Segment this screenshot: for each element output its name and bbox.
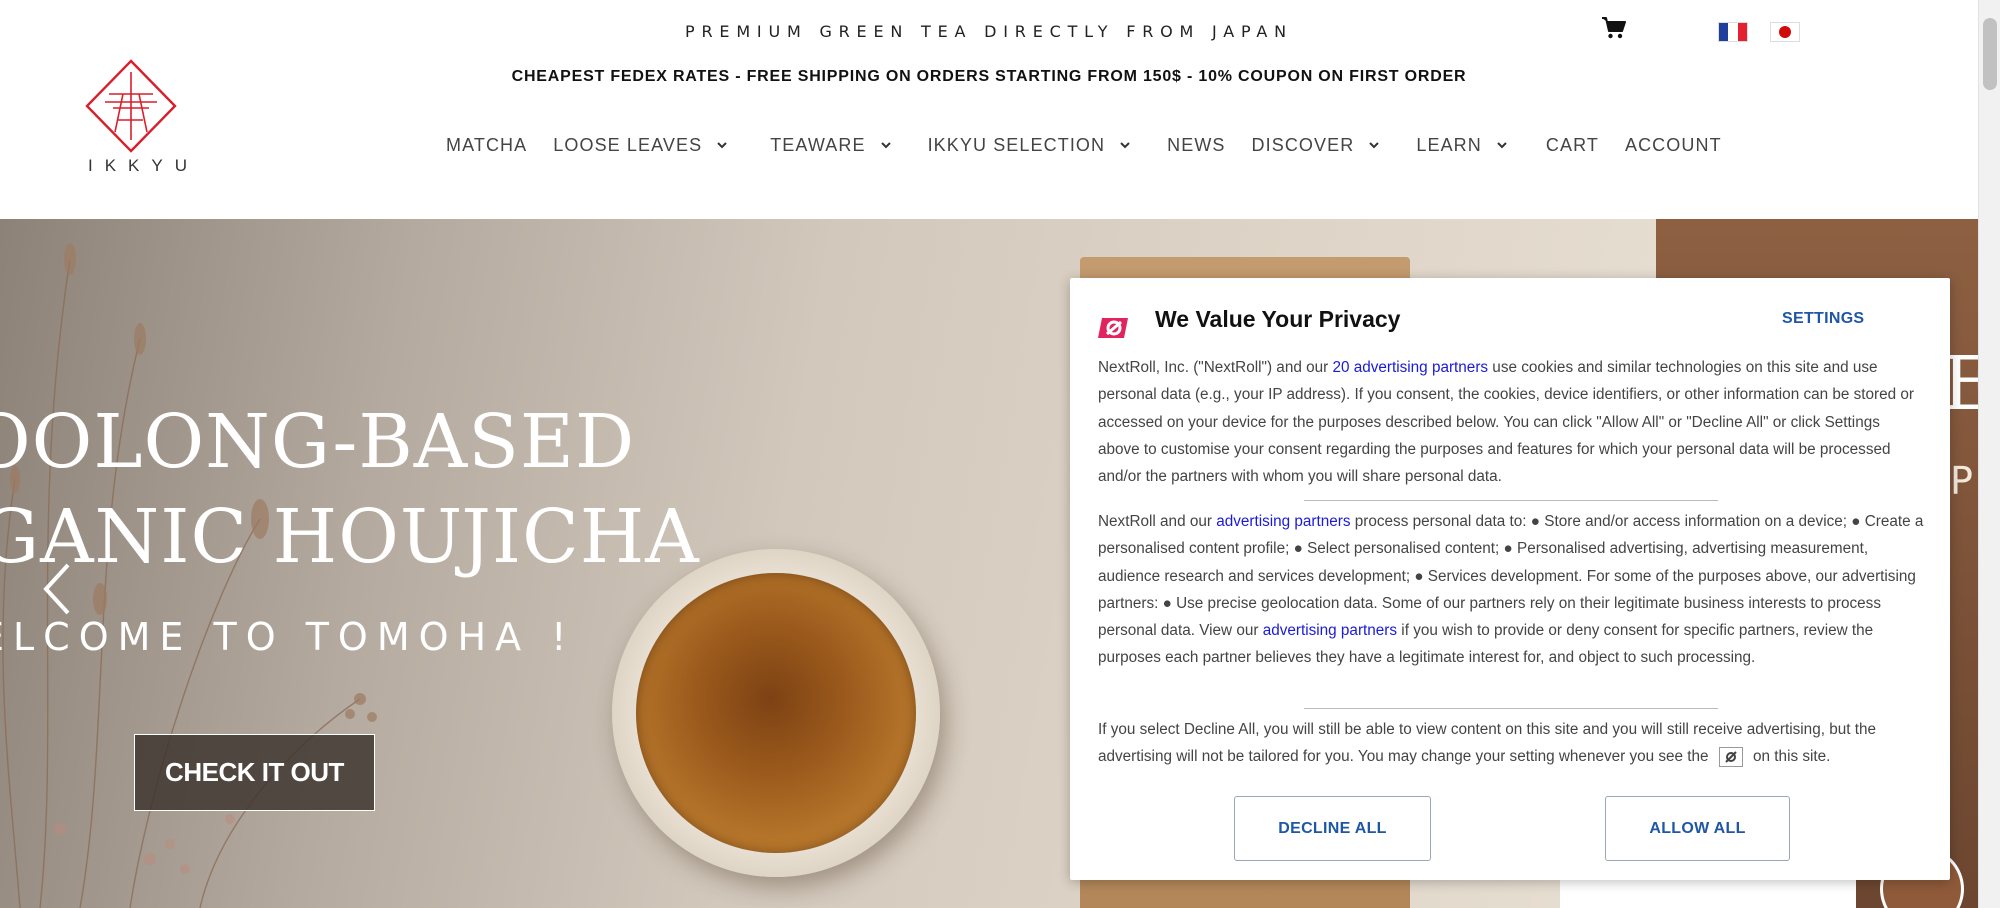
allow-all-button[interactable]: ALLOW ALL (1605, 796, 1790, 861)
logo-text: IKKYU (88, 156, 200, 175)
consent-settings-icon (1718, 747, 1743, 768)
ikkyu-logo[interactable]: IKKYU (78, 56, 188, 176)
chevron-down-icon (880, 142, 891, 149)
nav-item-teaware[interactable]: TEAWARE (770, 135, 891, 156)
dialog-title: We Value Your Privacy (1155, 306, 1401, 332)
consent-paragraph-decline-info: If you select Decline All, you will stil… (1098, 721, 1876, 768)
next-slide-subheading: P (1950, 459, 1973, 503)
nav-item-matcha[interactable]: MATCHA (446, 135, 527, 156)
advertising-partners-link[interactable]: advertising partners (1263, 622, 1397, 639)
promo-banner: CHEAPEST FEDEX RATES - FREE SHIPPING ON … (511, 68, 1467, 85)
tea-cup-image (612, 549, 940, 877)
hero-heading-line2: GANIC HOUJICHA (0, 494, 700, 580)
cart-icon[interactable] (1601, 16, 1627, 40)
chevron-down-icon (717, 142, 727, 149)
nav-item-account[interactable]: ACCOUNT (1625, 135, 1722, 156)
nav-item-loose-leaves[interactable]: LOOSE LEAVES (553, 135, 728, 156)
privacy-consent-dialog: We Value Your Privacy SETTINGS NextRoll,… (1070, 278, 1950, 880)
advertising-partners-link[interactable]: advertising partners (1216, 513, 1350, 530)
logo-mark-icon (85, 59, 177, 153)
tagline: PREMIUM GREEN TEA DIRECTLY FROM JAPAN (685, 22, 1293, 41)
previous-slide-arrow-icon[interactable] (38, 559, 74, 619)
nav-item-learn[interactable]: LEARN (1416, 135, 1508, 156)
divider (1304, 500, 1718, 501)
nav-item-news[interactable]: NEWS (1167, 135, 1225, 156)
consent-paragraph-intro: NextRoll, Inc. ("NextRoll") and our 20 a… (1098, 359, 1914, 486)
nextroll-logo-icon (1098, 318, 1128, 338)
nav-item-cart[interactable]: CART (1546, 135, 1599, 156)
nav-item-ikkyu-selection[interactable]: IKKYU SELECTION (928, 135, 1132, 156)
nav-item-discover[interactable]: DISCOVER (1252, 135, 1381, 156)
hero-subheading: ELCOME TO TOMOHA ! (0, 615, 576, 659)
check-it-out-button[interactable]: CHECK IT OUT (134, 734, 375, 811)
main-nav: MATCHA LOOSE LEAVES TEAWARE IKKYU SELECT… (446, 130, 1722, 160)
page-scrollbar[interactable] (1978, 0, 2000, 908)
chevron-down-icon (1120, 142, 1130, 149)
flag-japan-icon[interactable] (1770, 22, 1800, 42)
settings-link[interactable]: SETTINGS (1782, 310, 1864, 328)
decline-all-button[interactable]: DECLINE ALL (1234, 796, 1431, 861)
hero-heading-line1: OOLONG-BASED (0, 399, 636, 485)
advertising-partners-link[interactable]: 20 advertising partners (1332, 359, 1488, 376)
scrollbar-thumb[interactable] (1983, 18, 1997, 90)
consent-paragraph-purposes: NextRoll and our advertising partners pr… (1098, 513, 1924, 667)
chevron-down-icon (1497, 142, 1507, 149)
chevron-down-icon (1369, 142, 1380, 149)
divider (1304, 708, 1718, 709)
flag-france-icon[interactable] (1718, 22, 1748, 42)
site-header: PREMIUM GREEN TEA DIRECTLY FROM JAPAN CH… (0, 0, 1978, 219)
